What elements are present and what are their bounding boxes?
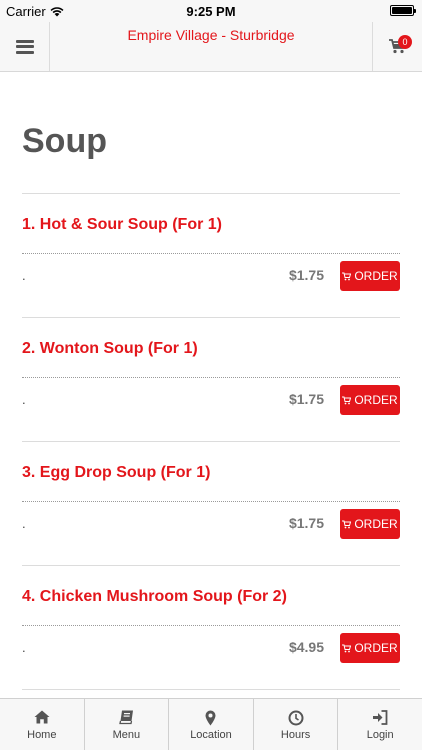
menu-item: 1. Hot & Sour Soup (For 1) . $1.75 ORDER [22, 194, 400, 318]
item-description: . [22, 268, 26, 283]
cart-icon [342, 396, 352, 404]
dotted-divider [22, 377, 400, 378]
item-name: 1. Hot & Sour Soup (For 1) [22, 216, 222, 233]
category-title: Soup [22, 122, 107, 160]
order-button[interactable]: ORDER [340, 509, 400, 539]
hamburger-menu-button[interactable] [0, 22, 50, 71]
menu-item: 4. Chicken Mushroom Soup (For 2) . $4.95… [22, 566, 400, 690]
cart-icon [342, 520, 352, 528]
menu-item: 2. Wonton Soup (For 1) . $1.75 ORDER [22, 318, 400, 442]
bottom-tab-bar: Home Menu Location Hours Login [0, 698, 422, 750]
tab-label: Login [366, 729, 394, 741]
menu-item: 3. Egg Drop Soup (For 1) . $1.75 ORDER [22, 442, 400, 566]
dotted-divider [22, 501, 400, 502]
status-bar: Carrier 9:25 PM [0, 0, 422, 22]
order-button[interactable]: ORDER [340, 385, 400, 415]
dotted-divider [22, 625, 400, 626]
item-name: 4. Chicken Mushroom Soup (For 2) [22, 588, 287, 605]
order-button[interactable]: ORDER [340, 261, 400, 291]
tab-label: Home [27, 729, 57, 741]
restaurant-title: Empire Village - Sturbridge [127, 27, 295, 43]
tab-home[interactable]: Home [0, 699, 85, 750]
cart-icon [342, 272, 352, 280]
order-button[interactable]: ORDER [340, 633, 400, 663]
item-price: $1.75 [288, 515, 324, 531]
dotted-divider [22, 253, 400, 254]
cart-button[interactable]: 0 [372, 22, 422, 71]
item-separator [22, 689, 400, 690]
tab-login[interactable]: Login [338, 699, 422, 750]
item-description: . [22, 516, 26, 531]
login-icon [373, 710, 388, 725]
battery-icon [390, 5, 416, 16]
hamburger-icon [15, 39, 34, 54]
item-name: 2. Wonton Soup (For 1) [22, 340, 198, 357]
tab-label: Menu [112, 729, 141, 741]
status-time: 9:25 PM [186, 4, 236, 19]
order-label: ORDER [354, 517, 398, 531]
item-description: . [22, 640, 26, 655]
item-description: . [22, 392, 26, 407]
item-name: 3. Egg Drop Soup (For 1) [22, 464, 211, 481]
order-label: ORDER [354, 269, 398, 283]
order-label: ORDER [354, 393, 398, 407]
location-pin-icon [205, 710, 216, 726]
tab-label: Hours [280, 729, 311, 741]
cart-icon [342, 644, 352, 652]
tab-hours[interactable]: Hours [254, 699, 339, 750]
item-price: $4.95 [288, 639, 324, 655]
item-price: $1.75 [288, 391, 324, 407]
home-icon [34, 710, 50, 724]
book-icon [119, 710, 133, 725]
order-label: ORDER [354, 641, 398, 655]
clock-icon [288, 710, 304, 726]
nav-bar: Empire Village - Sturbridge 0 [0, 22, 422, 72]
tab-label: Location [190, 729, 232, 741]
item-price: $1.75 [288, 267, 324, 283]
tab-location[interactable]: Location [169, 699, 254, 750]
cart-count-badge: 0 [398, 35, 412, 49]
menu-content[interactable]: Soup 1. Hot & Sour Soup (For 1) . $1.75 … [0, 72, 422, 698]
app-screen: Carrier 9:25 PM Empire Village - Sturbri… [0, 0, 422, 750]
tab-menu[interactable]: Menu [85, 699, 170, 750]
